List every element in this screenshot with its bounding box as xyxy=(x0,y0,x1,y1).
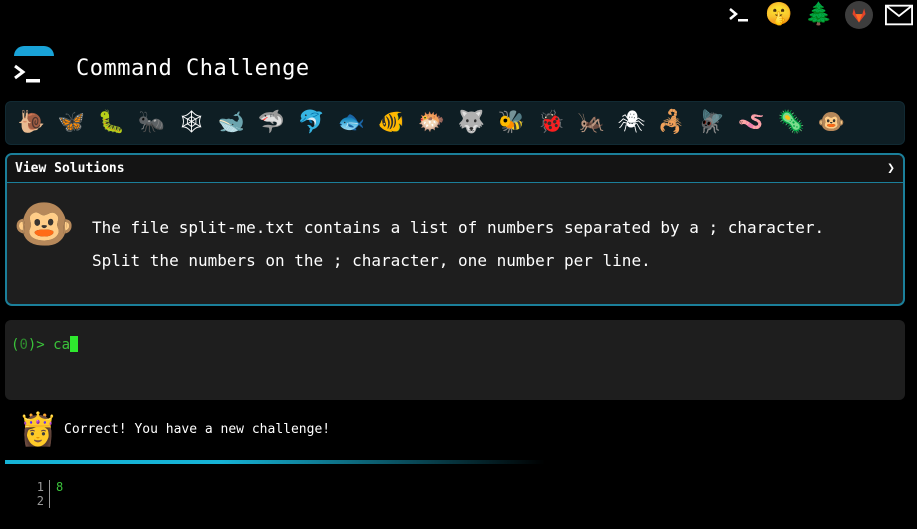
cricket-icon[interactable]: 🦗 xyxy=(574,106,609,141)
challenge-description: The file split-me.txt contains a list of… xyxy=(92,218,893,284)
chimp-avatar-icon: 🐵 xyxy=(13,195,76,253)
page-title: Command Challenge xyxy=(76,55,310,81)
challenge-line-1: The file split-me.txt contains a list of… xyxy=(92,218,825,237)
feedback-text: Correct! You have a new challenge! xyxy=(64,421,331,437)
snail-icon[interactable]: 🐌 xyxy=(14,106,49,141)
challenge-panel: View Solutions ❯ 🐵 The file split-me.txt… xyxy=(5,153,905,306)
challenge-line-2: Split the numbers on the ; character, on… xyxy=(92,251,651,270)
level-selector-bar: 🐌 🦋 🐛 🐜 🕸 🐋 🦈 🐬 🐟 🐠 🐡 🐺 🐝 🐞 🦗 🕷 🦂 🪰 🪱 🦠 … xyxy=(5,101,905,145)
line-numbers: 1 2 xyxy=(30,480,50,508)
monkey-face-icon[interactable]: 🐵 xyxy=(814,105,849,141)
chevron-right-icon: ❯ xyxy=(887,161,895,176)
dolphin-icon[interactable]: 🐬 xyxy=(294,106,329,141)
prompt-counter: 0 xyxy=(19,337,28,353)
prompt-close: )> xyxy=(27,337,54,353)
princess-avatar-icon: 👸 xyxy=(18,410,58,448)
terminal-icon[interactable] xyxy=(725,1,753,29)
whale-icon[interactable]: 🐋 xyxy=(214,106,249,141)
bee-icon[interactable]: 🐝 xyxy=(494,106,529,141)
progress-divider xyxy=(5,460,545,464)
top-icon-bar: 🤫 🌲 xyxy=(725,0,913,30)
fish-icon[interactable]: 🐟 xyxy=(334,106,369,141)
feedback-message: 👸 Correct! You have a new challenge! xyxy=(18,406,330,452)
output-line: 8 xyxy=(56,480,64,494)
scorpion-icon[interactable]: 🦂 xyxy=(654,106,689,141)
wolf-icon[interactable]: 🐺 xyxy=(454,106,489,141)
mail-icon[interactable] xyxy=(885,1,913,29)
command-challenge-logo-icon[interactable] xyxy=(12,46,56,90)
ant-icon[interactable]: 🐜 xyxy=(134,106,169,141)
view-solutions-label: View Solutions xyxy=(15,161,125,176)
caterpillar-icon[interactable]: 🐛 xyxy=(94,106,129,141)
ladybug-icon[interactable]: 🐞 xyxy=(534,106,569,141)
butterfly-icon[interactable]: 🦋 xyxy=(54,106,89,141)
line-number: 2 xyxy=(36,494,44,508)
gitlab-icon[interactable] xyxy=(845,1,873,29)
shushing-face-icon[interactable]: 🤫 xyxy=(765,1,793,29)
line-number: 1 xyxy=(36,480,44,494)
blowfish-icon[interactable]: 🐡 xyxy=(414,106,449,141)
command-output: 1 2 8 xyxy=(30,480,63,508)
tree-icon[interactable]: 🌲 xyxy=(805,1,833,29)
spider-icon[interactable]: 🕷 xyxy=(614,106,649,141)
shark-icon[interactable]: 🦈 xyxy=(254,106,289,141)
fly-icon[interactable]: 🪰 xyxy=(694,106,729,141)
terminal-input[interactable]: (0)> ca xyxy=(5,320,905,400)
tropical-fish-icon[interactable]: 🐠 xyxy=(374,106,409,141)
microbe-icon[interactable]: 🦠 xyxy=(774,106,809,141)
terminal-cursor xyxy=(70,336,79,352)
challenge-body: 🐵 The file split-me.txt contains a list … xyxy=(7,183,903,304)
worm-icon[interactable]: 🪱 xyxy=(734,106,769,141)
view-solutions-toggle[interactable]: View Solutions ❯ xyxy=(7,155,903,183)
output-lines: 8 xyxy=(50,480,63,508)
page-header: Command Challenge xyxy=(12,38,310,98)
spider-web-icon[interactable]: 🕸 xyxy=(174,106,209,141)
command-text: ca xyxy=(53,337,71,353)
